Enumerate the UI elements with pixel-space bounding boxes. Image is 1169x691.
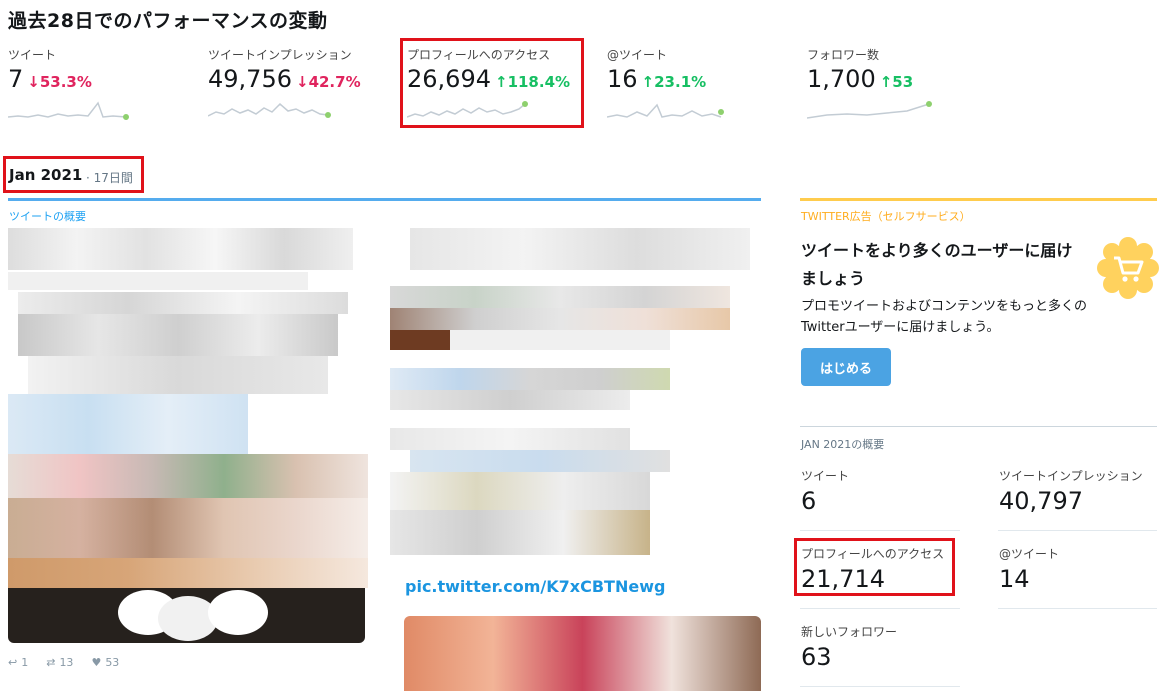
summary-label: @ツイート: [999, 547, 1060, 561]
page-title: 過去28日でのパフォーマンスの変動: [8, 10, 328, 32]
tweet-card-blurred[interactable]: [8, 228, 368, 643]
arrow-down-icon: ↓: [295, 73, 309, 91]
summary-divider: [998, 530, 1157, 531]
summary-value: 6: [801, 487, 817, 515]
summary-value: 14: [999, 565, 1030, 593]
metric-followers[interactable]: フォロワー数 1,700 ↑53: [807, 46, 987, 124]
metric-label: @ツイート: [607, 48, 668, 62]
summary-value: 63: [801, 643, 832, 671]
section-rule: [8, 198, 761, 201]
reply-action[interactable]: ↩ 1: [8, 656, 28, 669]
metric-mentions[interactable]: @ツイート 16 ↑23.1%: [607, 46, 787, 124]
arrow-up-icon: ↑: [879, 73, 893, 91]
heart-icon: ♥: [91, 656, 102, 669]
reply-icon: ↩: [8, 656, 18, 669]
like-action[interactable]: ♥ 53: [91, 656, 119, 669]
tweet-image[interactable]: [404, 616, 761, 691]
summary-divider: [998, 608, 1157, 609]
arrow-down-icon: ↓: [27, 73, 40, 91]
summary-tweets: ツイート 6: [801, 467, 849, 515]
tweet-actions: ↩ 1 ⇄ 13 ♥ 53: [8, 656, 119, 669]
cart-icon: [1097, 237, 1159, 299]
start-button[interactable]: はじめる: [801, 348, 891, 386]
ad-title: ツイートをより多くのユーザーに届けましょう: [801, 241, 1073, 288]
metric-delta: ↓53.3%: [27, 73, 92, 91]
summary-impressions: ツイートインプレッション 40,797: [999, 467, 1143, 515]
ad-rule: [800, 198, 1157, 201]
summary-label: ツイートインプレッション: [999, 469, 1143, 483]
tweet-card-blurred-2[interactable]: [390, 228, 762, 591]
tweet-link[interactable]: pic.twitter.com/K7xCBTNewg: [405, 577, 665, 596]
summary-value: 21,714: [801, 565, 885, 593]
retweet-action[interactable]: ⇄ 13: [46, 656, 73, 669]
summary-label: ツイート: [801, 469, 850, 483]
metric-value: 1,700: [807, 65, 876, 93]
summary-divider: [800, 608, 960, 609]
summary-label: 新しいフォロワー: [801, 625, 898, 639]
tweets-overview-label: ツイートの概要: [9, 210, 86, 223]
metric-label: ツイート: [8, 48, 57, 62]
sparkline: [208, 102, 331, 118]
sparkline: [8, 101, 129, 120]
metric-value: 49,756: [208, 65, 292, 93]
summary-mentions: @ツイート 14: [999, 545, 1059, 593]
metric-label: ツイートインプレッション: [208, 48, 352, 62]
retweet-icon: ⇄: [46, 656, 56, 669]
month-duration: · 17日間: [86, 171, 133, 185]
metric-label: フォロワー数: [807, 48, 880, 62]
metric-delta: ↑23.1%: [641, 73, 707, 91]
month-title: Jan 2021: [9, 166, 83, 184]
metric-value: 16: [607, 65, 638, 93]
summary-title: JAN 2021の概要: [801, 438, 885, 451]
metric-tweets[interactable]: ツイート 7 ↓53.3%: [8, 46, 188, 124]
ad-label: TWITTER広告（セルフサービス）: [801, 210, 971, 223]
ad-body: プロモツイートおよびコンテンツをもっと多くのTwitterユーザーに届けましょう…: [801, 299, 1088, 335]
sparkline: [807, 101, 932, 119]
metric-delta: ↓42.7%: [295, 73, 361, 91]
arrow-up-icon: ↑: [641, 73, 655, 91]
summary-profile-visits: プロフィールへのアクセス 21,714: [801, 545, 944, 593]
summary-value: 40,797: [999, 487, 1083, 515]
summary-divider: [800, 530, 960, 531]
summary-label: プロフィールへのアクセス: [801, 547, 945, 561]
sparkline: [607, 103, 724, 118]
highlight-box-profile-visits: [400, 38, 584, 128]
summary-divider: [800, 686, 960, 687]
metric-delta: ↑53: [879, 73, 914, 91]
summary-new-followers: 新しいフォロワー 63: [801, 623, 897, 671]
summary-rule: [800, 426, 1157, 427]
metric-impressions[interactable]: ツイートインプレッション 49,756 ↓42.7%: [208, 46, 388, 124]
metric-value: 7: [8, 65, 24, 93]
